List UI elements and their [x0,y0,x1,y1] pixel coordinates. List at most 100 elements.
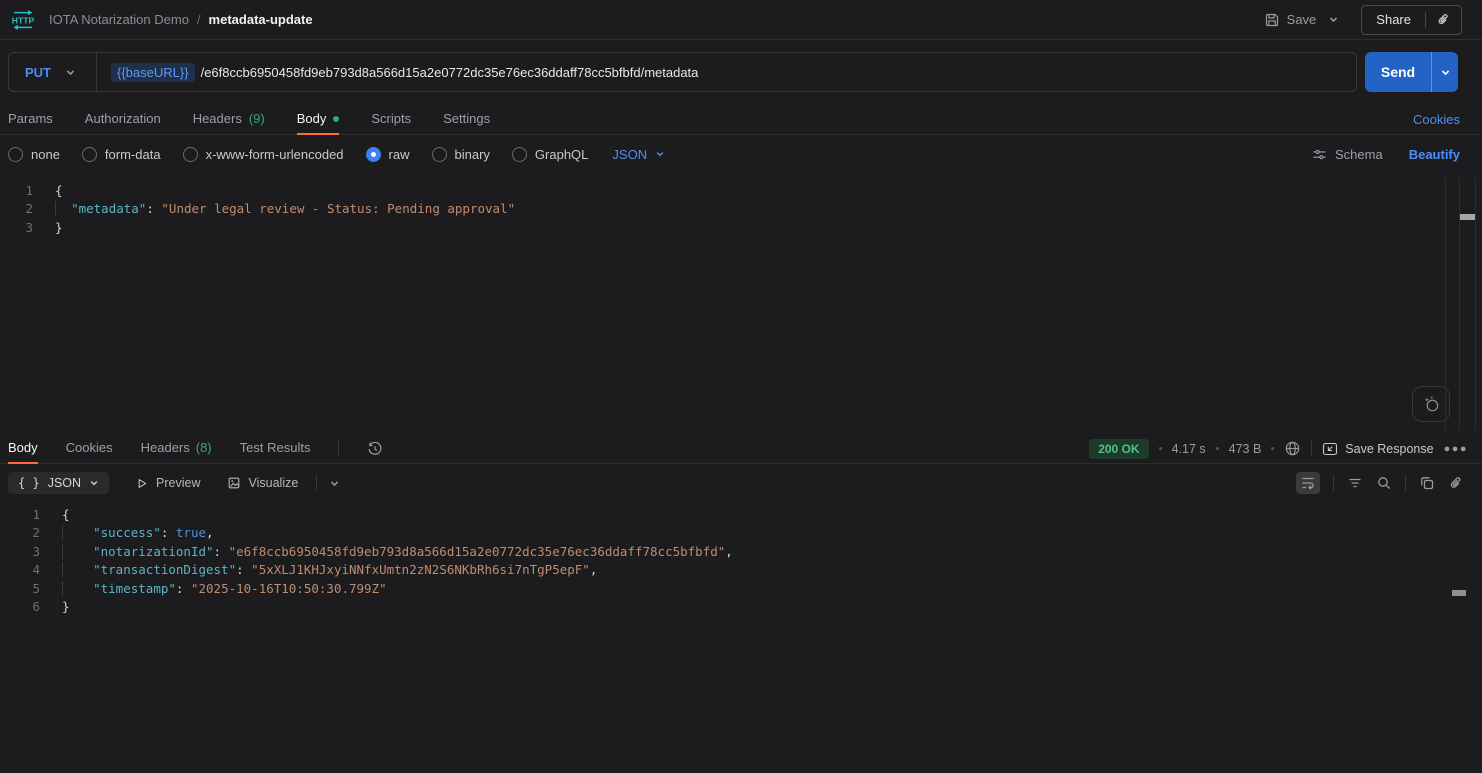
headers-count-badge: (9) [249,111,265,126]
response-tab-test-results[interactable]: Test Results [240,434,311,464]
mode-graphql-label: GraphQL [535,147,588,162]
response-tab-cookies[interactable]: Cookies [66,434,113,464]
tab-headers[interactable]: Headers (9) [193,104,265,135]
url-variable-chip[interactable]: {{baseURL}} [111,63,195,82]
dot-separator [1216,447,1219,450]
floppy-disk-icon [1264,12,1280,28]
method-selector[interactable]: PUT [9,65,65,80]
network-globe-icon[interactable] [1284,440,1301,457]
tab-params[interactable]: Params [8,104,53,135]
response-tab-body[interactable]: Body [8,434,38,464]
code-line: 1{ [0,506,1442,524]
response-size[interactable]: 473 B [1229,442,1262,456]
save-button[interactable]: Save [1264,12,1317,28]
save-options-chevron-icon[interactable] [1328,14,1339,25]
tab-headers-label: Headers [193,111,242,126]
code-text: "metadata": "Under legal review - Status… [33,200,515,218]
schema-button[interactable]: Schema [1312,147,1383,162]
response-tab-headers[interactable]: Headers (8) [141,434,212,464]
dot-separator [1159,447,1162,450]
radio-graphql[interactable] [512,147,527,162]
radio-urlencoded[interactable] [183,147,198,162]
tab-scripts[interactable]: Scripts [371,104,411,135]
response-header: Body Cookies Headers (8) Test Results 20… [0,434,1482,464]
link-icon[interactable] [1448,475,1464,491]
filter-icon[interactable] [1347,475,1363,491]
postbot-ai-button[interactable] [1412,386,1450,422]
mode-graphql[interactable]: GraphQL [512,147,588,162]
language-label: JSON [612,147,647,162]
send-button-group: Send [1365,52,1458,92]
send-options-chevron-icon[interactable] [1431,52,1458,92]
copy-link-icon[interactable] [1426,12,1461,27]
send-button[interactable]: Send [1365,52,1431,92]
preview-label: Preview [156,476,200,490]
breadcrumb-collection[interactable]: IOTA Notarization Demo [49,12,189,27]
editor-scrollbar-thumb[interactable] [1460,214,1475,220]
body-mode-actions: Schema Beautify [1312,139,1460,169]
response-history-icon[interactable] [367,441,383,457]
code-line: 2 "metadata": "Under legal review - Stat… [0,200,1442,218]
radio-form-data[interactable] [82,147,97,162]
response-body-editor[interactable]: 1{2 "success": true,3 "notarizationId": … [0,506,1442,771]
tab-body[interactable]: Body [297,104,340,135]
status-badge[interactable]: 200 OK [1089,439,1148,459]
response-headers-count-badge: (8) [196,440,212,455]
line-number: 4 [0,561,40,579]
mode-form-data[interactable]: form-data [82,147,161,162]
line-number: 2 [0,200,33,218]
radio-raw-selected[interactable] [366,147,381,162]
radio-none[interactable] [8,147,23,162]
mode-binary-label: binary [455,147,490,162]
chevron-down-icon [655,149,665,159]
language-selector[interactable]: JSON [612,147,665,162]
preview-button[interactable]: Preview [135,476,200,490]
chevron-down-icon [89,478,99,488]
mode-binary[interactable]: binary [432,147,490,162]
braces-icon: { } [18,476,40,490]
share-button[interactable]: Share [1362,12,1425,27]
visualize-button[interactable]: Visualize [227,476,299,490]
response-time[interactable]: 4.17 s [1172,442,1206,456]
save-response-icon [1322,441,1338,457]
response-format-selector[interactable]: { } JSON [8,472,109,494]
visualize-options-chevron-icon[interactable] [329,478,340,489]
tab-authorization[interactable]: Authorization [85,104,161,135]
code-line: 5 "timestamp": "2025-10-16T10:50:30.799Z… [0,580,1442,598]
response-format-label: JSON [48,476,81,490]
mode-raw[interactable]: raw [366,147,410,162]
code-line: 3 "notarizationId": "e6f8ccb6950458fd9eb… [0,543,1442,561]
cookies-link[interactable]: Cookies [1413,104,1460,135]
mode-none-label: none [31,147,60,162]
divider [316,476,317,491]
search-icon[interactable] [1376,475,1392,491]
response-scrollbar-thumb[interactable] [1452,590,1466,596]
play-icon [135,477,148,490]
http-request-icon: HTTP [10,9,36,31]
save-label: Save [1287,12,1317,27]
request-body-editor[interactable]: 1{2 "metadata": "Under legal review - St… [0,182,1442,432]
code-line: 3} [0,219,1442,237]
line-number: 6 [0,598,40,616]
radio-binary[interactable] [432,147,447,162]
save-response-button[interactable]: Save Response [1322,441,1433,457]
more-options-icon[interactable]: ●●● [1444,443,1468,455]
top-bar: HTTP IOTA Notarization Demo / metadata-u… [0,0,1482,40]
line-number: 5 [0,580,40,598]
save-response-label: Save Response [1345,442,1433,456]
mode-urlencoded[interactable]: x-www-form-urlencoded [183,147,344,162]
beautify-button[interactable]: Beautify [1409,147,1460,162]
breadcrumb-request-name[interactable]: metadata-update [209,12,313,27]
visualize-label: Visualize [249,476,299,490]
url-bar: PUT {{baseURL}} /e6f8ccb6950458fd9eb793d… [8,52,1357,92]
mode-none[interactable]: none [8,147,60,162]
copy-icon[interactable] [1419,475,1435,491]
method-chevron-icon[interactable] [65,67,76,78]
code-line: 4 "transactionDigest": "5xXLJ1KHJxyiNNfx… [0,561,1442,579]
tab-settings[interactable]: Settings [443,104,490,135]
url-input[interactable]: {{baseURL}} /e6f8ccb6950458fd9eb793d8a56… [97,63,1356,82]
wrap-text-icon[interactable] [1296,472,1320,494]
code-text: "notarizationId": "e6f8ccb6950458fd9eb79… [40,543,733,561]
code-text: } [33,219,63,237]
response-toolbar-actions [1296,472,1482,494]
